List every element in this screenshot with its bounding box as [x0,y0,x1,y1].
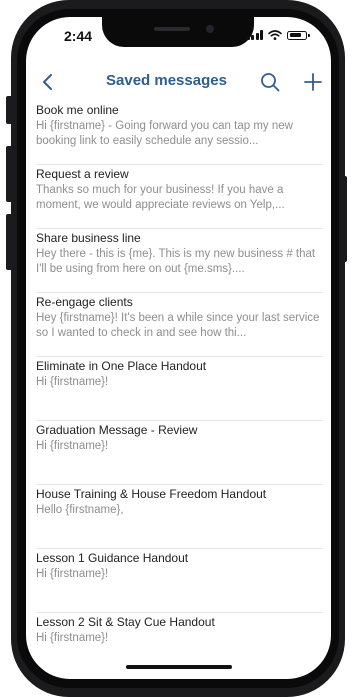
message-preview: Hi {firstname}! [36,376,109,388]
battery-icon [287,30,310,40]
message-item[interactable]: Share business line Hey there - this is … [36,229,323,293]
message-preview: Thanks so much for your business! If you… [36,184,285,211]
message-item[interactable]: Request a review Thanks so much for your… [36,165,323,229]
message-preview: Hi {firstname}! [36,568,109,580]
message-title: Re-engage clients [36,295,133,309]
message-item[interactable]: Graduation Message - Review Hi {firstnam… [36,421,323,485]
message-item[interactable]: Book me online Hi {firstname} - Going fo… [36,101,323,165]
message-title: Lesson 1 Guidance Handout [36,551,189,565]
wifi-icon [268,30,282,40]
saved-messages-list: Book me online Hi {firstname} - Going fo… [26,101,331,677]
search-icon[interactable] [259,71,281,93]
status-time: 2:44 [64,28,93,44]
message-title: Share business line [36,231,141,245]
message-title: Graduation Message - Review [36,423,198,437]
message-title: House Training & House Freedom Handout [36,487,267,501]
message-preview: Hello {firstname}, [36,504,124,516]
plus-icon[interactable] [302,71,324,93]
message-preview: Hey {firstname}! It's been a while since… [36,312,320,339]
message-preview: Hi {firstname} - Going forward you can t… [36,120,293,147]
cellular-signal-icon [246,30,263,40]
phone-screen: 2:44 Saved messages Book me online Hi {f… [26,17,331,679]
message-title: Lesson 2 Sit & Stay Cue Handout [36,615,215,629]
message-preview: Hi {firstname}! [36,632,109,644]
mute-switch [6,96,13,124]
front-camera [206,25,214,33]
message-title: Book me online [36,103,119,117]
message-item[interactable]: Re-engage clients Hey {firstname}! It's … [36,293,323,357]
navigation-bar: Saved messages [26,67,331,97]
chevron-left-icon[interactable] [37,69,61,95]
message-item[interactable]: Eliminate in One Place Handout Hi {first… [36,357,323,421]
message-preview: Hey there - this is {me}. This is my new… [36,248,316,275]
message-title: Eliminate in One Place Handout [36,359,207,373]
volume-down-button [6,214,13,270]
page-title: Saved messages [106,72,227,89]
status-icons [246,30,310,40]
message-preview: Hi {firstname}! [36,440,109,452]
home-indicator[interactable] [126,665,232,669]
notch [102,17,254,47]
speaker-grille [154,27,190,31]
message-title: Request a review [36,167,129,181]
volume-up-button [6,146,13,202]
power-button [340,176,347,262]
message-item[interactable]: Lesson 1 Guidance Handout Hi {firstname}… [36,549,323,613]
message-item[interactable]: House Training & House Freedom Handout H… [36,485,323,549]
